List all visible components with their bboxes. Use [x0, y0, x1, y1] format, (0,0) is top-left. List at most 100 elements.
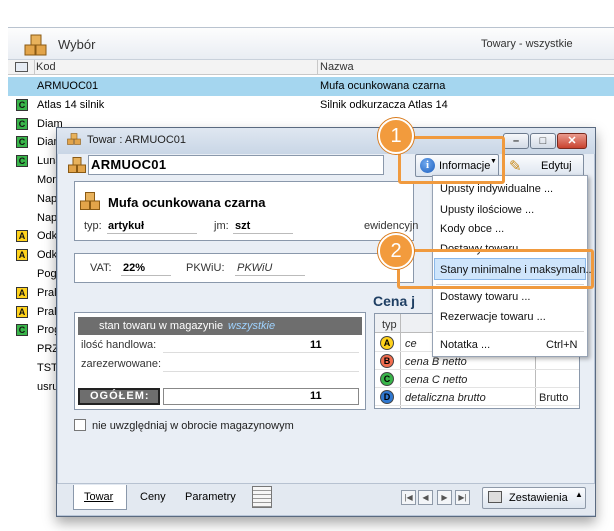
- pkwiu-label: PKWiU:: [186, 262, 225, 274]
- code-value: ARMUOC01: [91, 157, 167, 172]
- list-header-select-icon[interactable]: [15, 62, 28, 72]
- exclude-checkbox[interactable]: [74, 419, 86, 431]
- list-item-kod: Nap: [37, 211, 58, 224]
- nav-prev-button[interactable]: ◀: [418, 490, 433, 505]
- list-item-kod: Pog: [37, 268, 57, 280]
- menu-item-kody-obce[interactable]: Kody obce ...: [440, 223, 504, 235]
- maximize-icon: □: [539, 135, 547, 147]
- category-badge: C: [16, 155, 28, 168]
- background-title: Wybór: [58, 37, 96, 52]
- prices-title: Cena j: [373, 293, 416, 309]
- menu-item-rezerwacje-towaru[interactable]: Rezerwacje towaru ...: [440, 311, 546, 323]
- category-badge: C: [16, 324, 28, 337]
- list-item-kod: Odk: [37, 249, 58, 262]
- category-badge: C: [16, 117, 28, 130]
- list-item-nazwa: Mufa ocunkowana czarna: [320, 80, 446, 92]
- trade-quantity-value: 11: [310, 339, 322, 351]
- minimize-button[interactable]: –: [503, 133, 529, 149]
- nav-next-button[interactable]: ▶: [437, 490, 452, 505]
- stock-header-label: stan towaru w magazynie: [99, 320, 224, 332]
- callout-highlight-2: [397, 249, 594, 289]
- tab-towar[interactable]: Towar: [84, 491, 113, 503]
- vat-label: VAT:: [90, 262, 112, 274]
- column-header-kod[interactable]: Kod: [36, 61, 56, 73]
- reserved-field: [163, 355, 359, 372]
- field-underline: [121, 275, 171, 276]
- product-name: Mufa ocunkowana czarna: [108, 195, 266, 210]
- background-filter-label: Towary - wszystkie: [481, 38, 573, 50]
- report-icon: [488, 491, 502, 503]
- product-info-panel: [74, 181, 414, 241]
- price-name: detaliczna brutto: [405, 392, 486, 404]
- list-item-kod: TST: [37, 362, 58, 374]
- total-label: OGÓŁEM:: [90, 390, 150, 402]
- close-button[interactable]: ✕: [557, 133, 587, 149]
- prices-column-typ[interactable]: typ: [382, 319, 397, 331]
- tab-ceny[interactable]: Ceny: [140, 491, 166, 503]
- price-type-badge: D: [380, 390, 394, 404]
- boxes-icon: [67, 133, 81, 145]
- boxes-icon: [24, 34, 47, 56]
- price-type-badge: B: [380, 354, 394, 368]
- total-field: [163, 388, 359, 405]
- field-underline: [107, 233, 197, 234]
- price-name: ce: [405, 338, 417, 350]
- callout-highlight-1: [398, 136, 505, 184]
- callout-number-2: 2: [378, 233, 414, 269]
- list-item-nazwa: Silnik odkurzacza Atlas 14: [320, 98, 448, 111]
- typ-value: artykuł: [108, 220, 145, 232]
- category-badge: C: [16, 98, 28, 111]
- dialog-title: Towar : ARMUOC01: [87, 134, 187, 146]
- callout-number-1: 1: [378, 118, 414, 154]
- exclude-checkbox-label: nie uwzględniaj w obrocie magazynowym: [92, 420, 294, 432]
- list-item-kod: Mor: [37, 174, 56, 186]
- boxes-icon: [68, 157, 86, 173]
- price-type-badge: C: [380, 372, 394, 386]
- price-name: cena B netto: [405, 356, 467, 368]
- close-icon: ✕: [567, 135, 577, 147]
- dropdown-arrow-icon: ▲: [575, 490, 583, 499]
- category-badge: C: [16, 136, 28, 149]
- menu-item-dostawy-towaru-2[interactable]: Dostawy towaru ...: [440, 291, 530, 303]
- total-value: 11: [310, 390, 322, 402]
- price-type-badge: A: [380, 336, 394, 350]
- column-header-nazwa[interactable]: Nazwa: [320, 61, 354, 73]
- category-badge: A: [16, 305, 28, 318]
- warehouse-selector[interactable]: wszystkie: [228, 320, 275, 332]
- list-item[interactable]: C Atlas 14 silnik Silnik odkurzacza Atlas …: [8, 96, 614, 115]
- header-divider: [34, 60, 35, 75]
- tab-parametry[interactable]: Parametry: [185, 491, 236, 503]
- maximize-button[interactable]: □: [530, 133, 556, 149]
- vat-value: 22%: [123, 262, 146, 274]
- pkwiu-value: PKWiU: [237, 262, 273, 274]
- list-item-kod: ARMUOC01: [37, 80, 99, 92]
- list-item[interactable]: ARMUOC01 Mufa ocunkowana czarna: [8, 77, 614, 96]
- price-type-value: Brutto: [539, 392, 569, 404]
- reserved-label: zarezerwowane:: [81, 358, 162, 370]
- list-item-kod: Nap: [37, 192, 58, 205]
- header-divider: [317, 60, 318, 75]
- nav-first-button[interactable]: |◀: [401, 490, 416, 505]
- category-badge: A: [16, 249, 28, 262]
- category-badge: A: [16, 230, 28, 243]
- field-underline: [235, 275, 305, 276]
- trade-quantity-field: [163, 336, 359, 353]
- nav-last-button[interactable]: ▶|: [455, 490, 470, 505]
- category-badge: A: [16, 286, 28, 299]
- menu-shortcut: Ctrl+N: [546, 339, 578, 351]
- ewidencyjny-label: ewidencyjn: [364, 220, 419, 232]
- jm-value: szt: [235, 220, 251, 232]
- pencil-icon: ✎: [509, 158, 522, 175]
- boxes-icon: [80, 192, 100, 210]
- typ-label: typ:: [84, 220, 102, 232]
- jm-label: jm:: [214, 220, 229, 232]
- menu-item-notatka[interactable]: Notatka ...: [440, 339, 490, 351]
- price-name: cena C netto: [405, 374, 468, 386]
- field-underline: [233, 233, 293, 234]
- list-item-kod: Odk: [37, 230, 58, 243]
- menu-item-upusty-ilosciowe[interactable]: Upusty ilościowe ...: [440, 204, 534, 216]
- notes-icon[interactable]: [252, 486, 272, 508]
- minimize-icon: –: [512, 135, 520, 147]
- list-item-kod: Atlas 14 silnik: [37, 98, 105, 111]
- menu-item-upusty-indywidualne[interactable]: Upusty indywidualne ...: [440, 183, 553, 195]
